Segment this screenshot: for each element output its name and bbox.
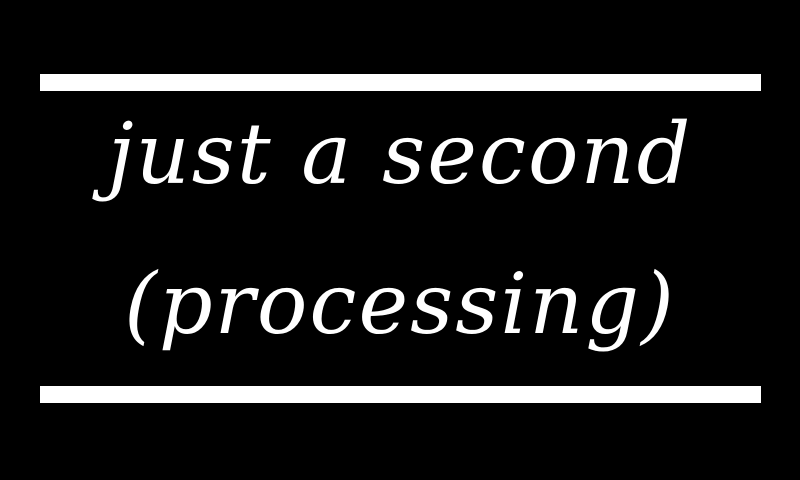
bottom-divider (40, 386, 761, 403)
processing-screen: just a second (processing) (0, 0, 800, 480)
wait-message: just a second (107, 105, 693, 203)
processing-label: (processing) (124, 255, 676, 353)
top-divider (40, 74, 761, 91)
